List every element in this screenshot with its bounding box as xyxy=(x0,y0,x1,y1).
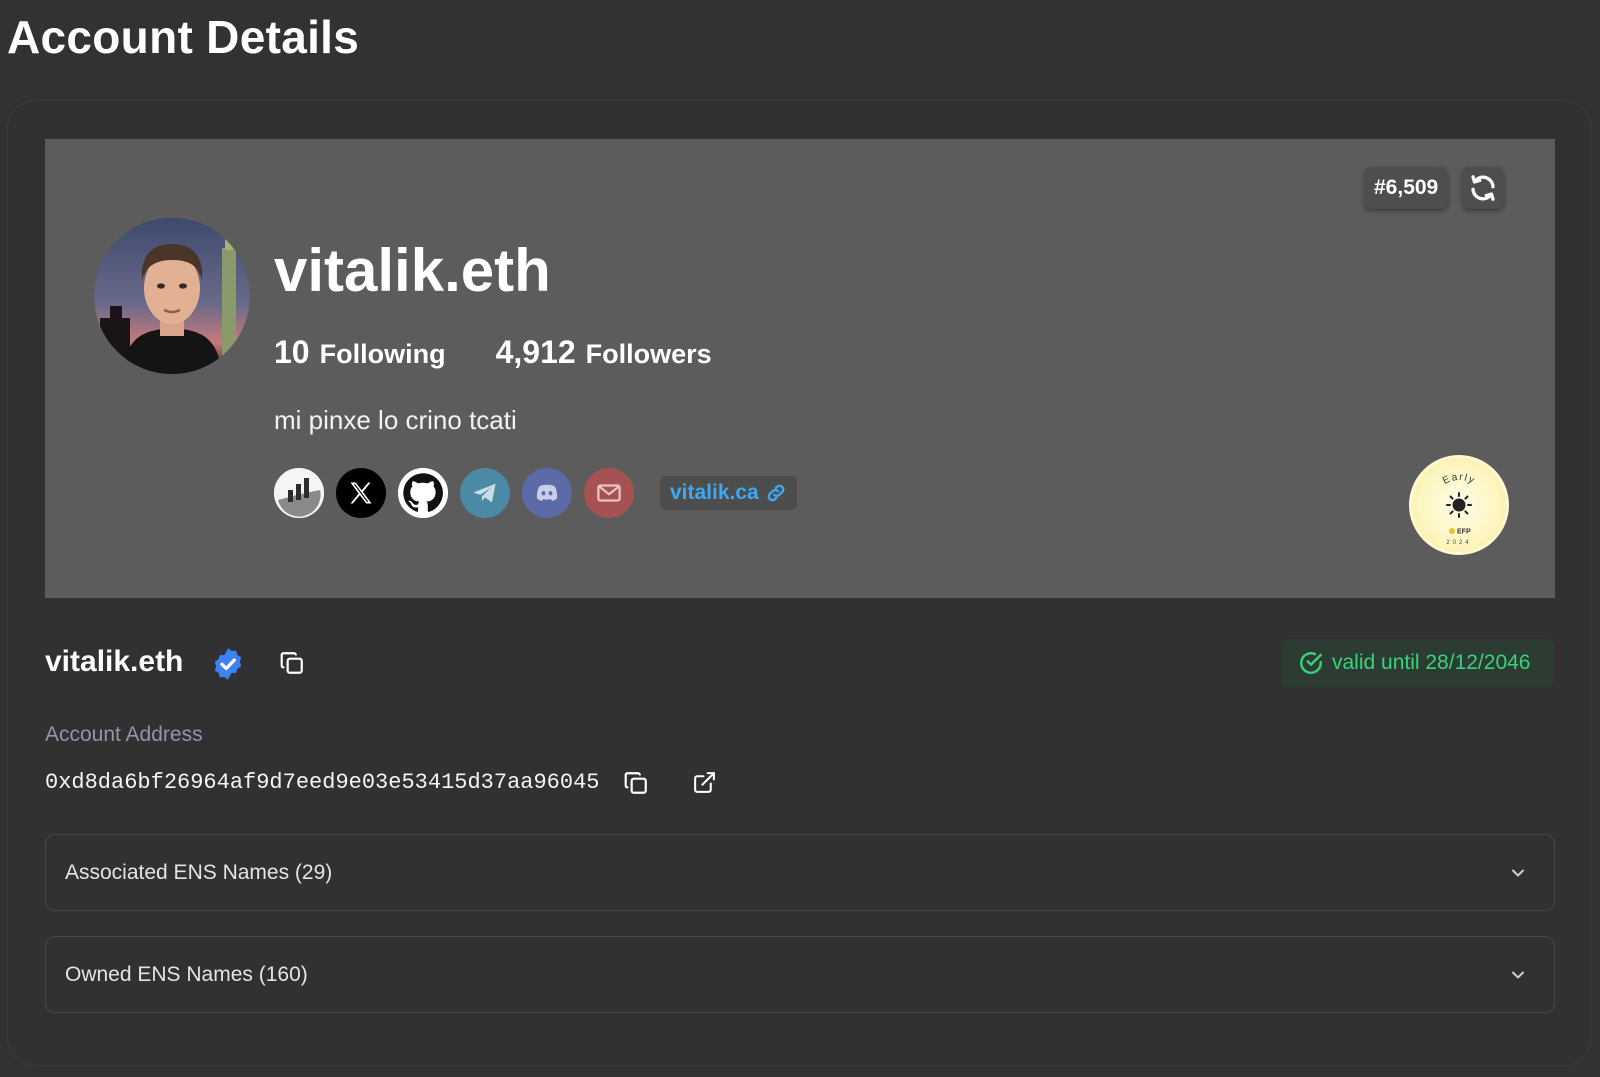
ens-name: vitalik.eth xyxy=(45,645,184,678)
following-count: 10 xyxy=(274,334,310,370)
following-label: Following xyxy=(319,339,446,369)
followers-stat[interactable]: 4,912 Followers xyxy=(496,334,712,371)
chevron-down-icon xyxy=(1512,869,1524,877)
early-badge-art: Early EFP 2024 xyxy=(1441,472,1477,546)
early-badge-efp: EFP xyxy=(1457,529,1471,536)
following-stat[interactable]: 10 Following xyxy=(274,334,446,371)
page-title: Account Details xyxy=(7,11,360,63)
email-link[interactable] xyxy=(584,468,634,518)
copy-name-button[interactable] xyxy=(279,650,305,676)
check-circle-icon xyxy=(1300,652,1322,674)
telegram-link[interactable] xyxy=(460,468,510,518)
github-link[interactable] xyxy=(398,468,448,518)
discord-icon xyxy=(536,484,558,501)
early-badge-title: Early xyxy=(1441,472,1477,487)
discord-link[interactable] xyxy=(522,468,572,518)
followers-count: 4,912 xyxy=(495,334,576,370)
website-link[interactable]: vitalik.ca xyxy=(660,476,797,510)
profile-name: vitalik.eth xyxy=(274,237,551,304)
refresh-icon xyxy=(1471,175,1495,201)
accordion-label: Associated ENS Names (29) xyxy=(65,860,333,884)
owned-ens-accordion[interactable]: Owned ENS Names (160) xyxy=(45,936,1555,1013)
rank-badge: #6,509 xyxy=(1364,167,1449,209)
website-text: vitalik.ca xyxy=(670,481,759,504)
x-icon xyxy=(350,482,372,504)
external-link-icon[interactable] xyxy=(692,770,717,795)
associated-ens-accordion[interactable]: Associated ENS Names (29) xyxy=(45,834,1555,911)
validity-badge: valid until 28/12/2046 xyxy=(1282,639,1554,687)
rank-value: #6,509 xyxy=(1374,176,1439,199)
copy-address-button[interactable] xyxy=(623,770,649,796)
early-efp-badge[interactable]: Early EFP 2024 xyxy=(1409,455,1509,555)
link-icon xyxy=(767,484,785,502)
avatar-photo xyxy=(94,218,250,374)
email-icon xyxy=(597,484,621,502)
account-address: 0xd8da6bf26964af9d7eed9e03e53415d37aa960… xyxy=(45,770,600,795)
github-icon xyxy=(398,468,448,518)
dune-icon xyxy=(274,468,324,518)
verified-icon xyxy=(214,648,242,680)
early-badge-year: 2024 xyxy=(1446,540,1471,546)
refresh-button[interactable] xyxy=(1462,167,1504,209)
profile-banner xyxy=(45,139,1555,598)
chevron-down-icon xyxy=(1512,971,1524,979)
accordion-label: Owned ENS Names (160) xyxy=(65,962,308,986)
address-label: Account Address xyxy=(45,723,203,746)
x-link[interactable] xyxy=(336,468,386,518)
telegram-icon xyxy=(473,483,496,503)
validity-text: valid until 28/12/2046 xyxy=(1332,651,1531,674)
social-links: vitalik.ca xyxy=(274,468,797,518)
profile-bio: mi pinxe lo crino tcati xyxy=(274,405,517,435)
avatar[interactable] xyxy=(94,218,250,374)
dune-link[interactable] xyxy=(274,468,324,518)
followers-label: Followers xyxy=(585,339,712,369)
follow-stats: 10 Following 4,912 Followers xyxy=(274,334,762,371)
